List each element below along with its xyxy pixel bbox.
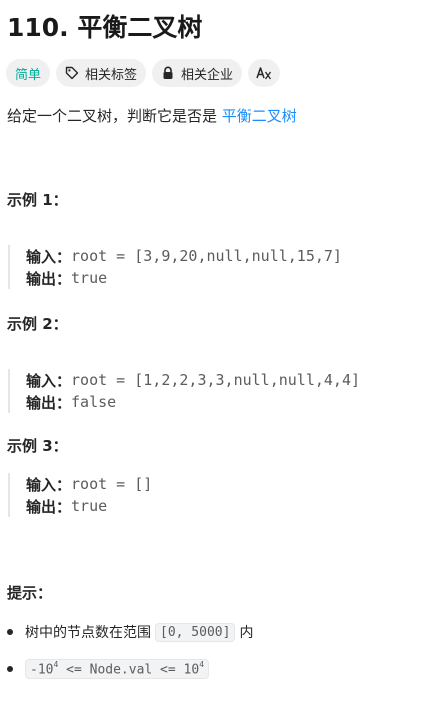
example-1-output: true <box>71 269 108 287</box>
output-label: 输出： <box>26 269 72 288</box>
example-1-heading: 示例 1： <box>7 191 68 209</box>
constraint-item: -104 <= Node.val <= 104 <box>7 658 213 680</box>
example-1-input: root = [3,9,20,null,null,15,7] <box>71 247 342 265</box>
difficulty-badge[interactable]: 简单 <box>6 59 51 87</box>
inline-code: -104 <= Node.val <= 104 <box>25 658 210 680</box>
constraint-text: 树中的节点数在范围 <box>25 625 151 641</box>
problem-description-panel: 110. 平衡二叉树 简单 相关标签 相关企业 给定一个二叉树，判断它是否是 平… <box>0 0 437 714</box>
example-3-output: true <box>71 497 108 515</box>
tag-row: 简单 相关标签 相关企业 <box>6 59 281 87</box>
translate-icon <box>256 66 272 80</box>
inline-code: [0, 5000] <box>155 622 236 642</box>
difficulty-label: 简单 <box>15 67 42 83</box>
output-label: 输出： <box>26 393 72 412</box>
example-3-block: 输入： root = [] 输出： true <box>8 473 152 517</box>
related-companies-button[interactable]: 相关企业 <box>152 59 243 87</box>
input-label: 输入： <box>26 371 72 390</box>
constraint-text: 内 <box>239 625 254 641</box>
lock-icon <box>161 66 175 80</box>
exponent: 4 <box>199 659 205 669</box>
exponent: 4 <box>53 659 59 669</box>
example-2-heading: 示例 2： <box>7 315 68 333</box>
problem-description: 给定一个二叉树，判断它是否是 平衡二叉树 <box>7 105 297 127</box>
constraint-item: 树中的节点数在范围 [0, 5000] 内 <box>7 621 253 643</box>
input-label: 输入： <box>26 475 72 494</box>
constraints-heading: 提示： <box>7 584 53 602</box>
description-text: 给定一个二叉树，判断它是否是 <box>7 107 222 125</box>
related-tags-label: 相关标签 <box>85 67 138 83</box>
example-2-input: root = [1,2,2,3,3,null,null,4,4] <box>71 371 360 389</box>
translate-button[interactable] <box>248 59 281 87</box>
example-3-input: root = [] <box>71 475 153 493</box>
code-part: -10 <box>30 662 54 678</box>
example-2-block: 输入： root = [1,2,2,3,3,null,null,4,4] 输出：… <box>8 369 360 413</box>
code-part: <= Node.val <= 10 <box>58 662 200 678</box>
example-1-block: 输入： root = [3,9,20,null,null,15,7] 输出： t… <box>8 245 342 289</box>
example-3-heading: 示例 3： <box>7 437 68 455</box>
bullet <box>7 629 13 635</box>
problem-title: 110. 平衡二叉树 <box>7 13 203 42</box>
related-companies-label: 相关企业 <box>181 67 234 83</box>
tag-icon <box>65 66 79 80</box>
output-label: 输出： <box>26 497 72 516</box>
balanced-tree-link[interactable]: 平衡二叉树 <box>222 107 297 125</box>
bullet <box>7 666 13 672</box>
related-tags-button[interactable]: 相关标签 <box>56 59 147 87</box>
input-label: 输入： <box>26 247 72 266</box>
example-2-output: false <box>71 393 117 411</box>
